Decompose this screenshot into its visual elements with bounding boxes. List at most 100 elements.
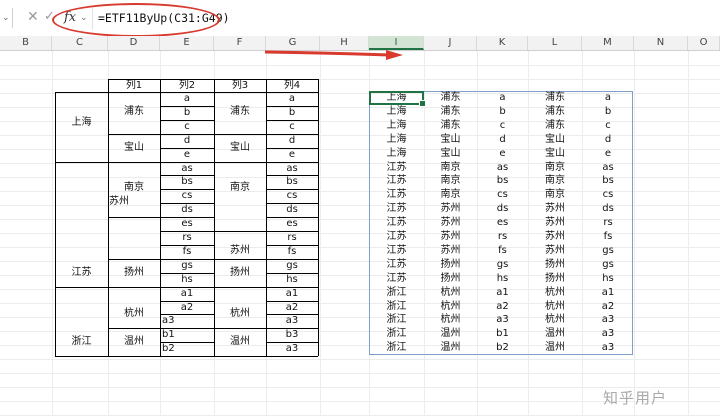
source-e-7[interactable]: cs [162,189,212,203]
result-cell[interactable]: 南京 [528,161,582,175]
result-cell[interactable]: rs [582,216,634,230]
source-e-8[interactable]: ds [162,203,212,217]
column-header-n[interactable]: N [634,36,688,50]
column-header-o[interactable]: O [688,36,720,50]
result-cell[interactable]: 杭州 [424,300,477,314]
result-cell[interactable]: ds [582,202,634,216]
result-cell[interactable]: 浦东 [528,91,582,105]
result-cell[interactable]: 南京 [424,174,477,188]
source-g-4[interactable]: e [268,148,316,162]
source-g-15[interactable]: a2 [268,301,316,315]
result-cell[interactable]: 温州 [424,327,477,341]
result-cell[interactable]: e [477,147,528,161]
column-header-i[interactable]: I [369,36,424,50]
source-e-2[interactable]: c [162,120,212,134]
result-cell[interactable]: 苏州 [528,244,582,258]
result-cell[interactable]: a3 [582,313,634,327]
result-cell[interactable]: 扬州 [424,258,477,272]
result-cell[interactable]: 浙江 [369,286,424,300]
result-cell[interactable]: d [582,133,634,147]
source-d-1[interactable]: 宝山 [109,141,159,155]
source-c-shanghai[interactable]: 上海 [55,116,108,130]
result-cell[interactable]: 扬州 [424,272,477,286]
source-e-9[interactable]: es [162,217,212,231]
result-cell[interactable]: a1 [477,286,528,300]
result-cell[interactable]: a2 [477,300,528,314]
source-g-3[interactable]: d [268,134,316,148]
result-cell[interactable]: gs [582,258,634,272]
name-box-dropdown-icon[interactable]: ⌄ [2,13,10,23]
result-cell[interactable]: 苏州 [528,230,582,244]
result-cell[interactable]: a [477,91,528,105]
source-e-3[interactable]: d [162,134,212,148]
result-cell[interactable]: 苏州 [528,202,582,216]
source-e-11[interactable]: fs [162,245,212,259]
source-g-1[interactable]: b [268,106,316,120]
column-header-c[interactable]: C [52,36,108,50]
result-cell[interactable]: 苏州 [424,230,477,244]
source-g-7[interactable]: cs [268,189,316,203]
source-c-zhejiang[interactable]: 浙江 [55,335,108,349]
result-cell[interactable]: gs [582,244,634,258]
source-g-12[interactable]: gs [268,259,316,273]
source-e-5[interactable]: as [162,162,212,176]
result-cell[interactable]: a3 [477,313,528,327]
result-cell[interactable]: 杭州 [424,313,477,327]
result-cell[interactable]: 上海 [369,119,424,133]
result-cell[interactable]: cs [582,188,634,202]
column-header-h[interactable]: H [320,36,369,50]
result-cell[interactable]: 苏州 [528,216,582,230]
source-d-2[interactable]: 南京 [109,181,159,195]
source-g-11[interactable]: fs [268,245,316,259]
result-cell[interactable]: hs [582,272,634,286]
result-cell[interactable]: c [477,119,528,133]
source-g-2[interactable]: c [268,120,316,134]
source-g-18[interactable]: a3 [268,342,316,356]
source-g-16[interactable]: a3 [268,314,316,328]
source-e-16[interactable]: a3 [162,314,212,328]
source-d-4[interactable]: 扬州 [109,266,159,280]
source-header-2[interactable]: 列2 [160,79,214,92]
result-cell[interactable]: 南京 [528,188,582,202]
result-cell[interactable]: hs [477,272,528,286]
column-header-b[interactable]: B [0,36,52,50]
result-cell[interactable]: 温州 [528,327,582,341]
result-cell[interactable]: 浙江 [369,313,424,327]
result-cell[interactable]: cs [477,188,528,202]
source-f-6[interactable]: 温州 [215,335,265,349]
result-cell[interactable]: 浦东 [424,119,477,133]
source-e-13[interactable]: hs [162,273,212,287]
source-header-1[interactable]: 列1 [108,79,160,92]
result-cell[interactable]: 江苏 [369,258,424,272]
result-cell[interactable]: 江苏 [369,188,424,202]
source-e-0[interactable]: a [162,92,212,106]
result-cell[interactable]: gs [477,258,528,272]
column-header-k[interactable]: K [477,36,528,50]
result-cell[interactable]: 杭州 [528,300,582,314]
result-cell[interactable]: b [477,105,528,119]
source-g-13[interactable]: hs [268,273,316,287]
result-cell[interactable]: 扬州 [528,272,582,286]
result-cell[interactable]: 江苏 [369,244,424,258]
result-cell[interactable]: 宝山 [528,133,582,147]
result-cell[interactable]: fs [477,244,528,258]
source-f-4[interactable]: 扬州 [215,266,265,280]
result-cell[interactable]: 浙江 [369,300,424,314]
source-e-17[interactable]: b1 [162,328,212,342]
result-cell[interactable]: c [582,119,634,133]
source-f-3[interactable]: 苏州 [215,244,265,258]
result-cell[interactable]: rs [477,230,528,244]
source-g-9[interactable]: es [268,217,316,231]
result-cell[interactable]: fs [582,230,634,244]
source-e-18[interactable]: b2 [162,342,212,356]
result-cell[interactable]: b [582,105,634,119]
source-g-14[interactable]: a1 [268,287,316,301]
source-g-5[interactable]: as [268,162,316,176]
result-cell[interactable]: bs [477,174,528,188]
result-cell[interactable]: es [477,216,528,230]
source-f-2[interactable]: 南京 [215,181,265,195]
column-header-f[interactable]: F [214,36,266,50]
column-header-g[interactable]: G [266,36,320,50]
source-e-1[interactable]: b [162,106,212,120]
result-cell[interactable]: 杭州 [528,313,582,327]
